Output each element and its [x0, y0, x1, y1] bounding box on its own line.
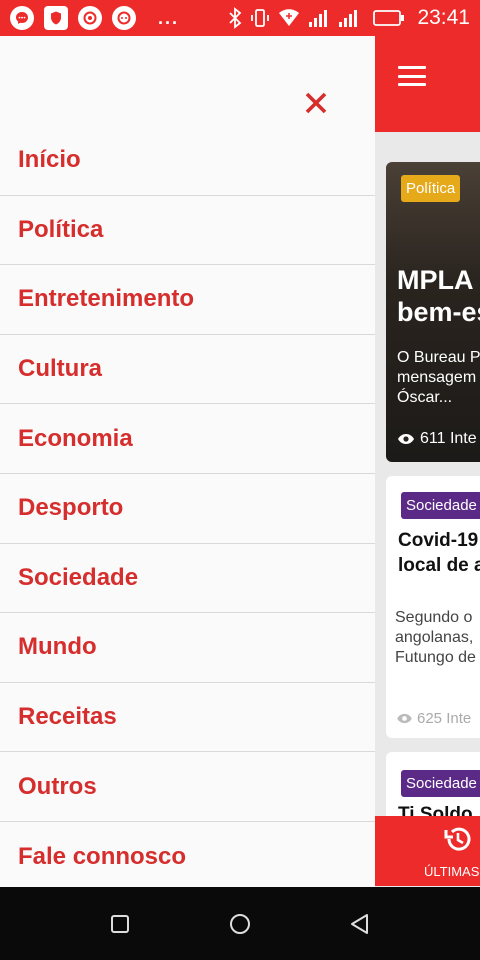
close-icon	[305, 92, 327, 114]
news-card[interactable]: Sociedade Covid-19 local de a Segundo o …	[386, 476, 480, 738]
vibrate-icon	[251, 9, 270, 27]
tab-ultimas[interactable]: ÚLTIMAS	[375, 816, 480, 886]
shield-icon	[44, 6, 68, 30]
menu-item-sociedade[interactable]: Sociedade	[0, 544, 375, 614]
history-icon	[444, 827, 471, 851]
category-badge: Política	[401, 175, 461, 202]
drawer-menu: Início Política Entretenimento Cultura E…	[0, 126, 375, 892]
menu-item-desporto[interactable]: Desporto	[0, 474, 375, 544]
wifi-icon	[279, 9, 300, 26]
views-count: 625 Inte	[396, 710, 471, 727]
menu-item-receitas[interactable]: Receitas	[0, 683, 375, 753]
eye-icon	[398, 434, 414, 444]
screen: ... 23:41 Política MPLA e bem-es O Burea…	[0, 0, 480, 960]
more-notifications: ...	[158, 7, 180, 28]
news-description: Segundo o angolanas, Futungo de	[395, 609, 476, 666]
menu-item-entretenimento[interactable]: Entretenimento	[0, 265, 375, 335]
chat-icon	[112, 6, 136, 30]
home-icon[interactable]	[227, 911, 253, 937]
menu-item-mundo[interactable]: Mundo	[0, 613, 375, 683]
bluetooth-icon	[229, 7, 242, 29]
back-icon[interactable]	[347, 911, 373, 937]
menu-item-fale-connosco[interactable]: Fale connosco	[0, 822, 375, 892]
views-count: 611 Inte	[397, 430, 477, 448]
app-bar	[374, 36, 480, 132]
news-title: MPLA e bem-es	[397, 265, 480, 327]
menu-item-politica[interactable]: Política	[0, 196, 375, 266]
category-badge: Sociedade	[401, 770, 480, 797]
record-icon	[78, 6, 102, 30]
views-label: 625 Inte	[417, 710, 472, 727]
hamburger-icon[interactable]	[398, 66, 426, 86]
news-card[interactable]: Política MPLA e bem-es O Bureau P mensag…	[386, 162, 480, 462]
news-description: O Bureau P mensagem Óscar...	[397, 349, 480, 406]
category-badge: Sociedade	[401, 492, 480, 519]
messenger-icon	[10, 6, 34, 30]
menu-item-cultura[interactable]: Cultura	[0, 335, 375, 405]
menu-item-inicio[interactable]: Início	[0, 126, 375, 196]
battery-icon	[373, 10, 405, 26]
navigation-drawer: Início Política Entretenimento Cultura E…	[0, 36, 375, 887]
signal-icon	[309, 10, 328, 27]
close-button[interactable]	[301, 88, 331, 118]
views-label: 611 Inte	[420, 430, 477, 447]
news-title: Covid-19 local de a	[398, 530, 480, 576]
menu-item-outros[interactable]: Outros	[0, 752, 375, 822]
signal-icon	[339, 10, 358, 27]
tab-label: ÚLTIMAS	[424, 864, 480, 879]
eye-icon	[397, 713, 412, 724]
menu-item-economia[interactable]: Economia	[0, 404, 375, 474]
clock: 23:41	[417, 6, 470, 29]
status-bar: ... 23:41	[0, 0, 480, 36]
system-navigation-bar	[0, 887, 480, 960]
recents-icon[interactable]	[107, 911, 133, 937]
